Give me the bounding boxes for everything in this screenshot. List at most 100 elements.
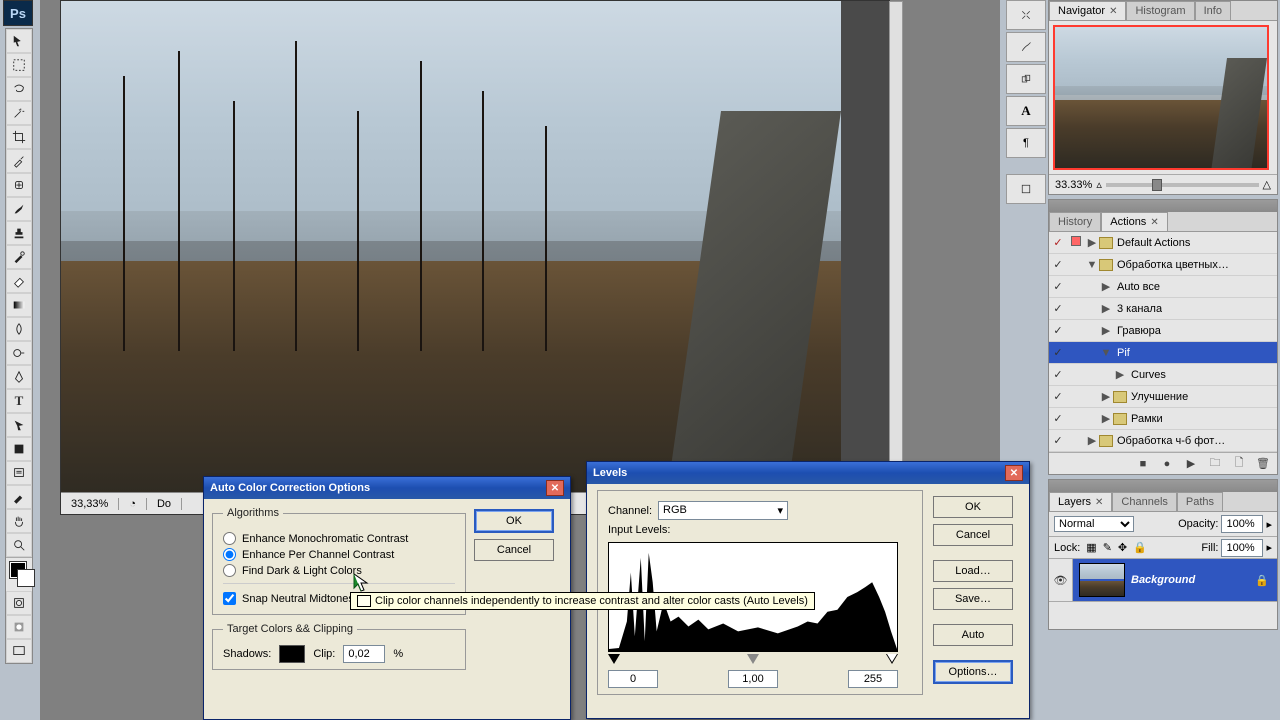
wand-tool[interactable]: [6, 101, 32, 125]
mid-point-slider[interactable]: [747, 654, 759, 664]
action-check-icon[interactable]: ✓: [1049, 258, 1067, 271]
level-mid-input[interactable]: [728, 670, 778, 688]
fill-input[interactable]: [1221, 539, 1263, 557]
navigator-zoom-slider[interactable]: [1106, 183, 1259, 187]
action-row[interactable]: ✓▶Улучшение: [1049, 386, 1277, 408]
new-set-icon[interactable]: 🗀: [1207, 457, 1223, 471]
disclosure-icon[interactable]: ▶: [1099, 324, 1113, 337]
gradient-tool[interactable]: [6, 293, 32, 317]
lock-paint-icon[interactable]: ✎: [1103, 541, 1112, 554]
action-check-icon[interactable]: ✓: [1049, 434, 1067, 447]
levels-titlebar[interactable]: Levels ✕: [587, 462, 1029, 484]
dropdown-arrow-icon[interactable]: ▸: [1266, 518, 1272, 531]
action-row[interactable]: ✓▼Pif: [1049, 342, 1277, 364]
tab-paths[interactable]: Paths: [1177, 492, 1223, 511]
brush-tool[interactable]: [6, 197, 32, 221]
action-check-icon[interactable]: ✓: [1049, 280, 1067, 293]
autocolor-ok-button[interactable]: OK: [474, 509, 554, 533]
crop-tool[interactable]: [6, 125, 32, 149]
radio-mono[interactable]: Enhance Monochromatic Contrast: [223, 532, 455, 545]
levels-ok-button[interactable]: OK: [933, 496, 1013, 518]
document-scrollbar[interactable]: [889, 1, 903, 501]
type-tool[interactable]: T: [6, 389, 32, 413]
panelicon-paragraph[interactable]: ¶: [1006, 128, 1046, 158]
histogram-handles[interactable]: [608, 654, 898, 666]
action-check-icon[interactable]: ✓: [1049, 236, 1067, 249]
levels-auto-button[interactable]: Auto: [933, 624, 1013, 646]
level-white-input[interactable]: [848, 670, 898, 688]
action-check-icon[interactable]: ✓: [1049, 390, 1067, 403]
healing-tool[interactable]: [6, 173, 32, 197]
layer-row-background[interactable]: 👁 Background 🔒: [1049, 559, 1277, 601]
document-window[interactable]: 33,33% ◔ Do: [60, 0, 890, 515]
eyedropper2-tool[interactable]: [6, 485, 32, 509]
blur-tool[interactable]: [6, 317, 32, 341]
action-row[interactable]: ✓▶Default Actions: [1049, 232, 1277, 254]
channel-select[interactable]: RGB ▾: [658, 501, 788, 520]
panelicon-brushes[interactable]: [1006, 32, 1046, 62]
panelicon-layercomp[interactable]: [1006, 174, 1046, 204]
tab-navigator[interactable]: Navigator✕: [1049, 1, 1126, 20]
hand-tool[interactable]: [6, 509, 32, 533]
play-icon[interactable]: ▶: [1183, 457, 1199, 471]
stamp-tool[interactable]: [6, 221, 32, 245]
clip-input[interactable]: [343, 645, 385, 663]
tab-info[interactable]: Info: [1195, 1, 1231, 20]
pen-tool[interactable]: [6, 365, 32, 389]
quickmask-off[interactable]: [6, 591, 32, 615]
action-row[interactable]: ✓▶Auto все: [1049, 276, 1277, 298]
level-black-input[interactable]: [608, 670, 658, 688]
tab-layers[interactable]: Layers✕: [1049, 492, 1112, 511]
quickmask-on[interactable]: [6, 615, 32, 639]
document-image[interactable]: [61, 1, 841, 501]
shape-tool[interactable]: [6, 437, 32, 461]
disclosure-icon[interactable]: ▶: [1099, 302, 1113, 315]
levels-cancel-button[interactable]: Cancel: [933, 524, 1013, 546]
action-check-icon[interactable]: ✓: [1049, 346, 1067, 359]
lock-all-icon[interactable]: 🔒: [1133, 541, 1147, 554]
action-row[interactable]: ✓▼Обработка цветных…: [1049, 254, 1277, 276]
panelicon-clone[interactable]: [1006, 64, 1046, 94]
close-icon[interactable]: ✕: [1109, 6, 1117, 17]
disclosure-icon[interactable]: ▶: [1085, 434, 1099, 447]
layer-thumbnail[interactable]: [1079, 563, 1125, 597]
autocolor-cancel-button[interactable]: Cancel: [474, 539, 554, 561]
visibility-icon[interactable]: 👁: [1049, 559, 1073, 601]
tab-histogram[interactable]: Histogram: [1126, 1, 1194, 20]
navigator-thumbnail[interactable]: [1053, 25, 1269, 170]
panel-collapse-icon[interactable]: [1255, 201, 1275, 211]
background-swatch[interactable]: [18, 570, 34, 586]
lasso-tool[interactable]: [6, 77, 32, 101]
close-icon[interactable]: ✕: [1150, 217, 1158, 228]
stop-icon[interactable]: ■: [1135, 457, 1151, 471]
panelicon-tools[interactable]: [1006, 0, 1046, 30]
black-point-slider[interactable]: [608, 654, 620, 664]
white-point-slider[interactable]: [886, 654, 898, 664]
history-brush-tool[interactable]: [6, 245, 32, 269]
record-icon[interactable]: ●: [1159, 457, 1175, 471]
lock-trans-icon[interactable]: ▦: [1086, 541, 1096, 554]
close-icon[interactable]: ✕: [1095, 497, 1103, 508]
disclosure-icon[interactable]: ▶: [1099, 412, 1113, 425]
disclosure-icon[interactable]: ▼: [1099, 347, 1113, 359]
trash-icon[interactable]: 🗑: [1255, 457, 1271, 471]
lock-move-icon[interactable]: ✥: [1118, 541, 1127, 554]
eraser-tool[interactable]: [6, 269, 32, 293]
tab-history[interactable]: History: [1049, 212, 1101, 231]
path-select-tool[interactable]: [6, 413, 32, 437]
move-tool[interactable]: [6, 29, 32, 53]
levels-save-button[interactable]: Save…: [933, 588, 1013, 610]
action-dialog-toggle[interactable]: [1067, 236, 1085, 249]
action-row[interactable]: ✓▶3 канала: [1049, 298, 1277, 320]
action-row[interactable]: ✓▶Обработка ч-б фот…: [1049, 430, 1277, 452]
disclosure-icon[interactable]: ▶: [1085, 236, 1099, 249]
screenmode[interactable]: [6, 639, 32, 663]
radio-darklight[interactable]: Find Dark & Light Colors: [223, 564, 455, 577]
new-action-icon[interactable]: 🗋: [1231, 457, 1247, 471]
tab-channels[interactable]: Channels: [1112, 492, 1176, 511]
tab-actions[interactable]: Actions✕: [1101, 212, 1167, 231]
autocolor-titlebar[interactable]: Auto Color Correction Options ✕: [204, 477, 570, 499]
disclosure-icon[interactable]: ▶: [1099, 390, 1113, 403]
disclosure-icon[interactable]: ▶: [1113, 368, 1127, 381]
levels-close-button[interactable]: ✕: [1005, 465, 1023, 481]
